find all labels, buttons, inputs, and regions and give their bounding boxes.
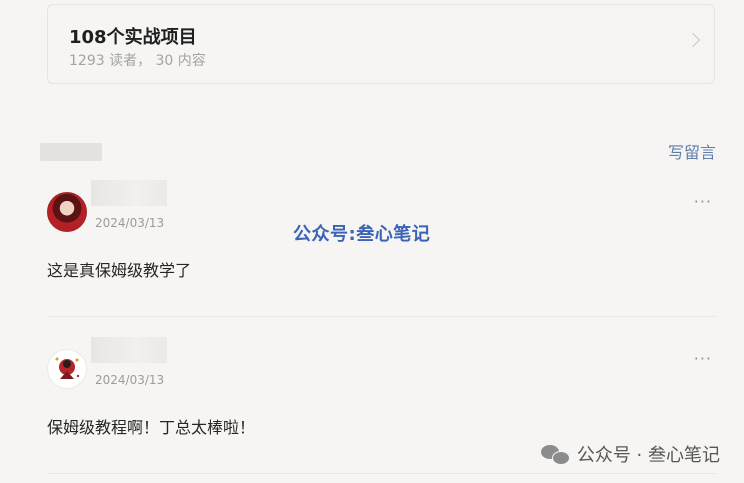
commenter-name[interactable]: 用户 (91, 180, 167, 206)
album-title: 108个实战项目 (69, 27, 197, 48)
comment-text: 保姆级教程啊！丁总太棒啦！ (47, 418, 256, 437)
divider (47, 473, 715, 474)
comment-date: 2024/03/13 (95, 373, 165, 387)
divider (47, 316, 715, 317)
more-options-icon[interactable]: ··· (694, 194, 712, 210)
write-comment-link[interactable]: 写留言 (668, 139, 716, 163)
watermark-bottom: 公众号 · 叁心笔记 (540, 441, 720, 467)
watermark-center: 公众号:叁心笔记 (293, 224, 431, 245)
comment-text: 这是真保姆级教学了 (47, 261, 192, 280)
avatar[interactable] (47, 192, 87, 232)
commenter-name[interactable]: 用户 (91, 337, 167, 363)
comments-section-title: 留言 (40, 143, 102, 161)
album-meta: 1293 读者， 30 内容 (69, 53, 206, 69)
avatar-illustration-icon (55, 357, 80, 379)
album-card[interactable]: 108个实战项目 1293 读者， 30 内容 (47, 4, 715, 84)
wechat-icon (540, 443, 571, 465)
avatar[interactable] (47, 349, 87, 389)
comment-date: 2024/03/13 (95, 216, 165, 230)
chevron-right-icon (685, 32, 701, 48)
more-options-icon[interactable]: ··· (694, 351, 712, 367)
watermark-bottom-text: 公众号 · 叁心笔记 (576, 445, 720, 466)
